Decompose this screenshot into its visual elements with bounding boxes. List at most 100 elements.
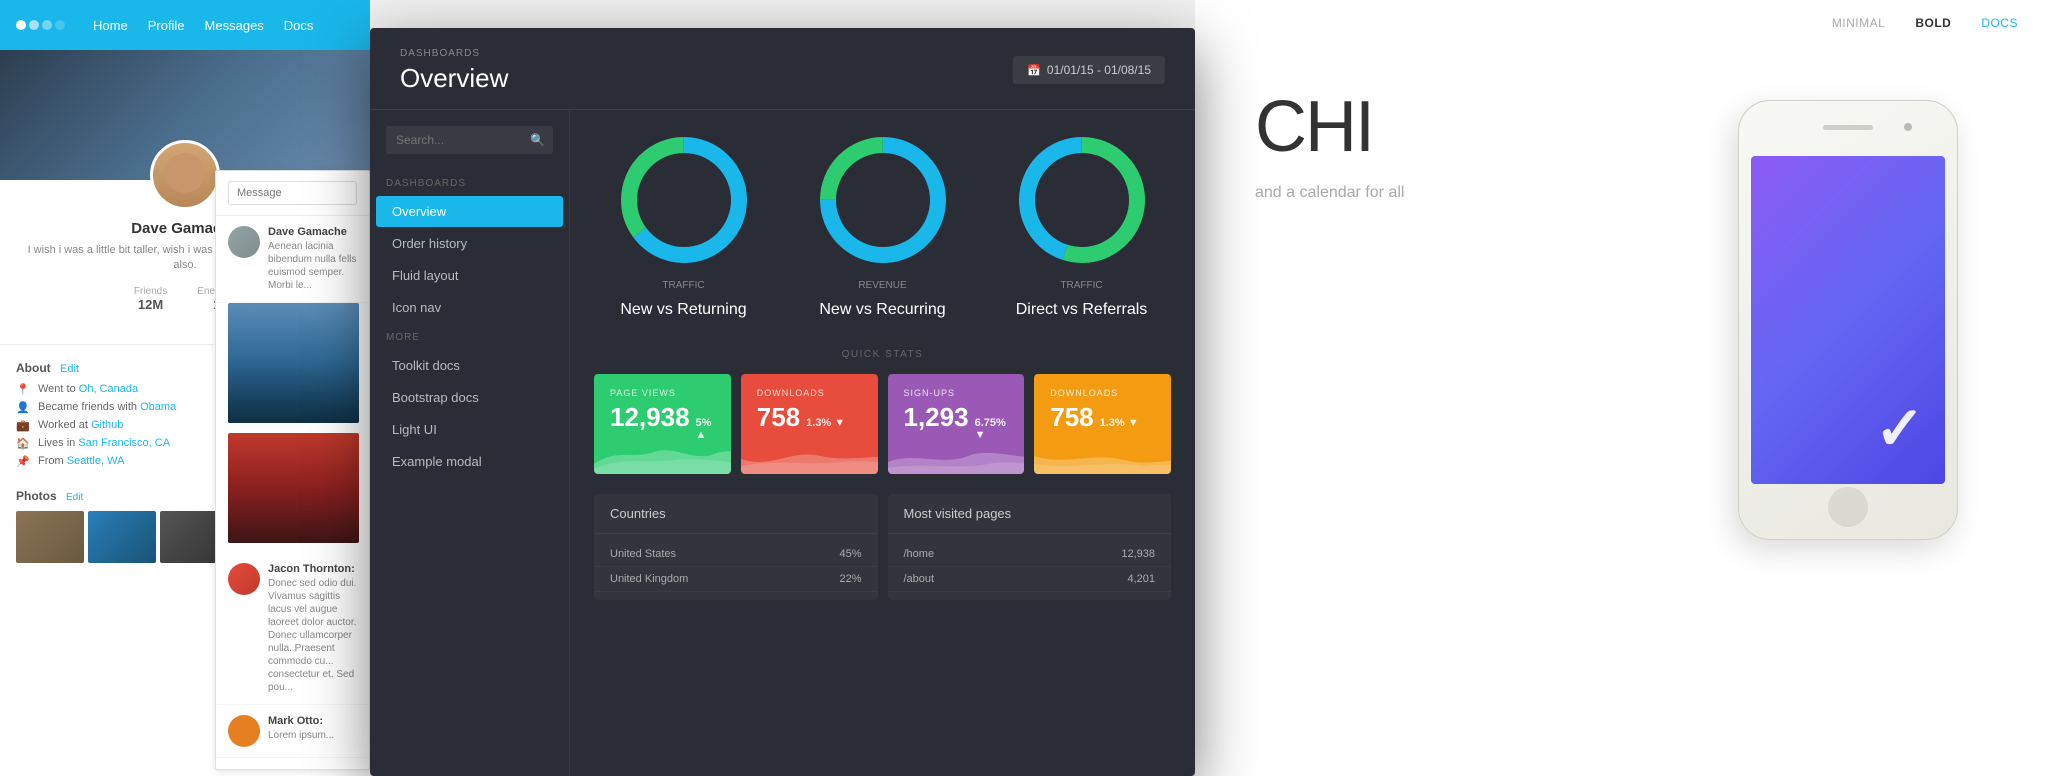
left-nav: Home Profile Messages Docs bbox=[0, 0, 370, 50]
friends-icon: 👤 bbox=[16, 401, 30, 414]
msg-content-1: Dave Gamache Aenean lacinia bibendum nul… bbox=[268, 226, 357, 292]
photos-edit-link[interactable]: Edit bbox=[66, 492, 83, 503]
msg-sender-2: Jacon Thornton: bbox=[268, 563, 357, 575]
seattle-link[interactable]: Seattle, WA bbox=[67, 455, 125, 467]
messages-panel: Dave Gamache Aenean lacinia bibendum nul… bbox=[215, 170, 370, 770]
msg-avatar-1 bbox=[228, 226, 260, 258]
about-edit-link[interactable]: Edit bbox=[60, 363, 79, 375]
tables-row: Countries United States45% United Kingdo… bbox=[594, 494, 1171, 600]
chart-1-type: Traffic bbox=[662, 280, 704, 291]
work-icon: 💼 bbox=[16, 419, 30, 432]
downloads2-value: 758 1.3% ▼ bbox=[1050, 402, 1155, 433]
charts-row: Traffic New vs Returning Revenue New vs … bbox=[594, 130, 1171, 319]
avatar bbox=[150, 140, 220, 210]
logo-dot-4 bbox=[55, 20, 65, 30]
friends-stat: Friends 12M bbox=[134, 286, 167, 312]
chart-1-title: New vs Returning bbox=[620, 301, 746, 319]
friends-value: 12M bbox=[134, 297, 167, 312]
downloads2-change: 1.3% ▼ bbox=[1100, 417, 1139, 429]
right-nav: MINIMAL BOLD DOCS bbox=[1195, 0, 2048, 46]
downloads-wave bbox=[741, 434, 878, 474]
dash-header: DASHBOARDS Overview 📅 01/01/15 - 01/08/1… bbox=[370, 28, 1195, 110]
sidebar-item-overview[interactable]: Overview bbox=[376, 196, 563, 227]
chart-2-type: Revenue bbox=[858, 280, 906, 291]
table-row: United Kingdom22% bbox=[594, 567, 878, 592]
stat-card-page-views: PAGE VIEWS 12,938 5% ▲ bbox=[594, 374, 731, 474]
sf-link[interactable]: San Francisco, CA bbox=[78, 437, 170, 449]
sidebar-item-example-modal[interactable]: Example modal bbox=[376, 446, 563, 477]
msg-content-3: Mark Otto: Lorem ipsum... bbox=[268, 715, 357, 747]
dash-body: 🔍 DASHBOARDS Overview Order history Flui… bbox=[370, 110, 1195, 776]
sidebar-item-toolkit-docs[interactable]: Toolkit docs bbox=[376, 350, 563, 381]
downloads-change: 1.3% ▼ bbox=[806, 417, 845, 429]
chart-3-title: Direct vs Referrals bbox=[1016, 301, 1148, 319]
nav-home[interactable]: Home bbox=[93, 18, 128, 33]
chart-traffic-direct-vs-referrals: Traffic Direct vs Referrals bbox=[1012, 130, 1152, 319]
phone-mockup: ✓ bbox=[1708, 80, 1988, 640]
nav-profile[interactable]: Profile bbox=[148, 18, 185, 33]
msg-sender-3: Mark Otto: bbox=[268, 715, 357, 727]
msg-photo-2 bbox=[228, 433, 359, 543]
phone-speaker bbox=[1823, 125, 1873, 130]
photo-mountain bbox=[228, 363, 359, 423]
sidebar-item-icon-nav[interactable]: Icon nav bbox=[376, 292, 563, 323]
message-input-wrapper bbox=[216, 171, 369, 216]
phone-home-button bbox=[1828, 487, 1868, 527]
checkmark-icon: ✓ bbox=[1875, 394, 1925, 464]
nav-docs[interactable]: DOCS bbox=[1981, 16, 2018, 30]
nav-messages[interactable]: Messages bbox=[205, 18, 264, 33]
message-item-3: Mark Otto: Lorem ipsum... bbox=[216, 705, 369, 758]
search-icon: 🔍 bbox=[530, 133, 545, 147]
phone-screen: ✓ bbox=[1751, 156, 1945, 484]
chart-revenue-new-vs-recurring: Revenue New vs Recurring bbox=[813, 130, 953, 319]
calendar-icon: 📅 bbox=[1027, 64, 1041, 77]
avatar-head bbox=[165, 153, 205, 193]
page-views-label: PAGE VIEWS bbox=[610, 388, 715, 398]
downloads-label: DOWNLOADS bbox=[757, 388, 862, 398]
stat-card-downloads2: DOWNLOADS 758 1.3% ▼ bbox=[1034, 374, 1171, 474]
github-link[interactable]: Github bbox=[91, 419, 123, 431]
canada-link[interactable]: Oh, Canada bbox=[79, 383, 138, 395]
sidebar-item-light-ui[interactable]: Light UI bbox=[376, 414, 563, 445]
nav-bold[interactable]: BOLD bbox=[1915, 16, 1951, 30]
chart-3-type: Traffic bbox=[1060, 280, 1102, 291]
signups-label: SIGN-UPS bbox=[904, 388, 1009, 398]
search-wrapper: 🔍 bbox=[370, 126, 569, 170]
quick-stats-header: QUICK STATS bbox=[594, 349, 1171, 360]
home-icon: 🏠 bbox=[16, 437, 30, 450]
sidebar-item-bootstrap-docs[interactable]: Bootstrap docs bbox=[376, 382, 563, 413]
stats-row: PAGE VIEWS 12,938 5% ▲ DOWNLOADS 758 bbox=[594, 374, 1171, 474]
obama-link[interactable]: Obama bbox=[140, 401, 176, 413]
pin-icon: 📌 bbox=[16, 455, 30, 468]
sidebar-item-fluid-layout[interactable]: Fluid layout bbox=[376, 260, 563, 291]
photo-thumb-1[interactable] bbox=[16, 511, 84, 563]
chart-2-title: New vs Recurring bbox=[819, 301, 945, 319]
stat-card-signups: SIGN-UPS 1,293 6.75% ▼ bbox=[888, 374, 1025, 474]
phone-camera bbox=[1904, 123, 1912, 131]
message-item-1: Dave Gamache Aenean lacinia bibendum nul… bbox=[216, 216, 369, 303]
msg-text-1: Aenean lacinia bibendum nulla fells euis… bbox=[268, 240, 357, 292]
search-input[interactable] bbox=[386, 126, 553, 154]
chart-traffic-new-vs-returning: Traffic New vs Returning bbox=[614, 130, 754, 319]
message-input[interactable] bbox=[228, 181, 357, 205]
dashboard-overlay: DASHBOARDS Overview 📅 01/01/15 - 01/08/1… bbox=[370, 28, 1195, 776]
date-range-text: 01/01/15 - 01/08/15 bbox=[1047, 63, 1151, 77]
msg-content-2: Jacon Thornton: Donec sed odio dui. Viva… bbox=[268, 563, 357, 694]
countries-body: United States45% United Kingdom22% bbox=[594, 534, 878, 600]
sidebar-item-order-history[interactable]: Order history bbox=[376, 228, 563, 259]
most-visited-table: Most visited pages /home12,938 /about4,2… bbox=[888, 494, 1172, 600]
avatar-image bbox=[153, 143, 217, 207]
logo-dot-1 bbox=[16, 20, 26, 30]
downloads-value: 758 1.3% ▼ bbox=[757, 402, 862, 433]
message-item-2: Jacon Thornton: Donec sed odio dui. Viva… bbox=[216, 553, 369, 705]
friends-label: Friends bbox=[134, 286, 167, 297]
date-range-button[interactable]: 📅 01/01/15 - 01/08/15 bbox=[1013, 56, 1165, 84]
nav-minimal[interactable]: MINIMAL bbox=[1832, 16, 1886, 30]
dash-sidebar: 🔍 DASHBOARDS Overview Order history Flui… bbox=[370, 110, 570, 776]
right-panel: MINIMAL BOLD DOCS CHI and a calendar for… bbox=[1195, 0, 2048, 776]
most-visited-header: Most visited pages bbox=[888, 494, 1172, 534]
photo-thumb-2[interactable] bbox=[88, 511, 156, 563]
nav-docs[interactable]: Docs bbox=[284, 18, 314, 33]
dashboards-section-label: DASHBOARDS bbox=[370, 170, 569, 195]
logo bbox=[16, 20, 65, 30]
